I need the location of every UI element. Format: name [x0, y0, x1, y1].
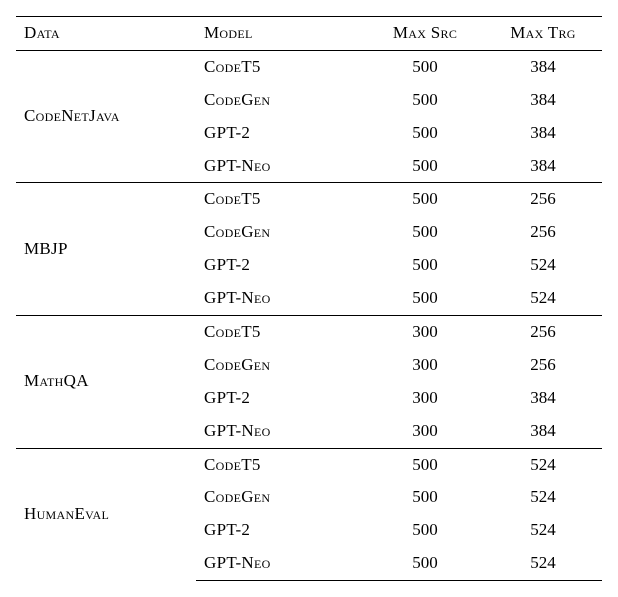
data-cell: CodeNetJava [16, 50, 196, 183]
src-cell: 500 [366, 547, 484, 580]
src-cell: 300 [366, 316, 484, 349]
model-cell: GPT-Neo [196, 547, 366, 580]
trg-cell: 384 [484, 382, 602, 415]
model-cell: CodeT5 [196, 316, 366, 349]
table-header-row: Data Model Max Src Max Trg [16, 17, 602, 51]
trg-cell: 524 [484, 249, 602, 282]
data-cell: HumanEval [16, 448, 196, 581]
header-data: Data [16, 17, 196, 51]
trg-cell: 256 [484, 349, 602, 382]
src-cell: 500 [366, 481, 484, 514]
data-table: Data Model Max Src Max Trg CodeNetJava C… [16, 16, 602, 581]
model-cell: CodeGen [196, 84, 366, 117]
model-cell: CodeGen [196, 216, 366, 249]
trg-cell: 384 [484, 84, 602, 117]
data-cell: MathQA [16, 316, 196, 449]
model-cell: CodeGen [196, 349, 366, 382]
src-cell: 500 [366, 514, 484, 547]
table-row: MathQA CodeT5 300 256 [16, 316, 602, 349]
table-body: CodeNetJava CodeT5 500 384 CodeGen 500 3… [16, 50, 602, 580]
table-row: CodeNetJava CodeT5 500 384 [16, 50, 602, 83]
model-cell: CodeGen [196, 481, 366, 514]
src-cell: 500 [366, 150, 484, 183]
model-cell: CodeT5 [196, 448, 366, 481]
trg-cell: 524 [484, 547, 602, 580]
model-cell: CodeT5 [196, 183, 366, 216]
trg-cell: 384 [484, 150, 602, 183]
src-cell: 500 [366, 282, 484, 315]
trg-cell: 384 [484, 117, 602, 150]
trg-cell: 256 [484, 183, 602, 216]
model-cell: GPT-Neo [196, 415, 366, 448]
trg-cell: 384 [484, 415, 602, 448]
src-cell: 500 [366, 249, 484, 282]
src-cell: 500 [366, 448, 484, 481]
trg-cell: 384 [484, 50, 602, 83]
src-cell: 300 [366, 349, 484, 382]
trg-cell: 524 [484, 514, 602, 547]
model-cell: GPT-2 [196, 117, 366, 150]
model-cell: GPT-Neo [196, 282, 366, 315]
trg-cell: 256 [484, 316, 602, 349]
trg-cell: 256 [484, 216, 602, 249]
src-cell: 500 [366, 216, 484, 249]
data-cell: MBJP [16, 183, 196, 316]
src-cell: 500 [366, 50, 484, 83]
src-cell: 500 [366, 117, 484, 150]
trg-cell: 524 [484, 282, 602, 315]
model-cell: CodeT5 [196, 50, 366, 83]
header-model: Model [196, 17, 366, 51]
src-cell: 300 [366, 415, 484, 448]
table-row: HumanEval CodeT5 500 524 [16, 448, 602, 481]
header-maxsrc: Max Src [366, 17, 484, 51]
model-cell: GPT-2 [196, 514, 366, 547]
header-maxtrg: Max Trg [484, 17, 602, 51]
src-cell: 500 [366, 84, 484, 117]
model-cell: GPT-Neo [196, 150, 366, 183]
table-row: MBJP CodeT5 500 256 [16, 183, 602, 216]
src-cell: 500 [366, 183, 484, 216]
model-cell: GPT-2 [196, 382, 366, 415]
src-cell: 300 [366, 382, 484, 415]
trg-cell: 524 [484, 448, 602, 481]
model-cell: GPT-2 [196, 249, 366, 282]
trg-cell: 524 [484, 481, 602, 514]
